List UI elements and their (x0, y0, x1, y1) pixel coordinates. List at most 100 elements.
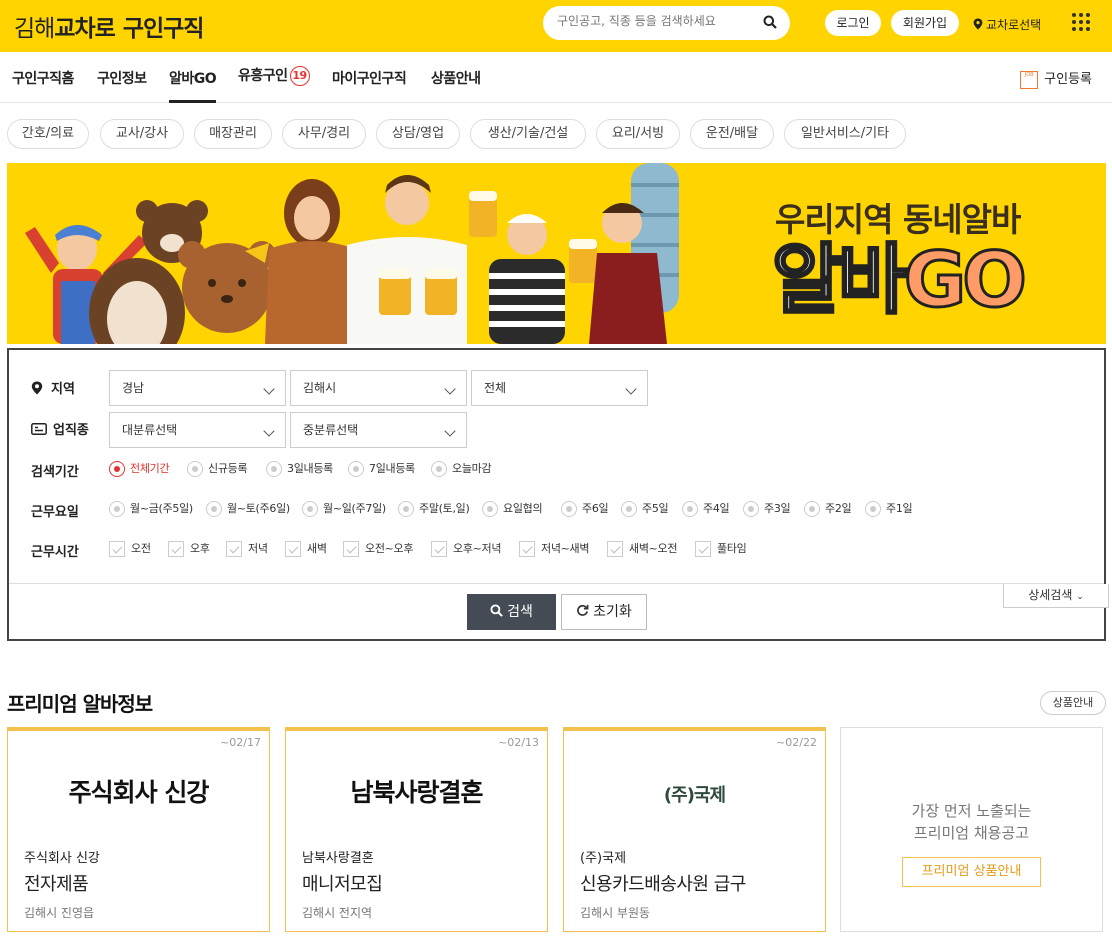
workday-option[interactable]: 월~일(주7일) (302, 500, 386, 517)
region-label-text: 지역 (51, 382, 75, 397)
job-title: 신용카드배송사원 급구 (580, 874, 746, 895)
worktime-option[interactable]: 저녁 (226, 540, 268, 557)
worktime-option[interactable]: 저녁~새벽 (519, 540, 590, 557)
all-menu-icon[interactable] (1072, 13, 1090, 31)
radio-icon (302, 501, 318, 517)
detail-search-toggle[interactable]: 상세검색 ⌄ (1003, 584, 1109, 608)
chevron-down-icon (625, 383, 637, 395)
category-chip[interactable]: 간호/의료 (7, 119, 89, 149)
workday-option[interactable]: 주2일 (804, 500, 852, 517)
search-icon (490, 604, 503, 617)
empty-card-line1: 가장 먼저 노출되는 (911, 802, 1032, 820)
workday-option-label: 주4일 (703, 502, 730, 515)
search-input[interactable] (557, 14, 757, 28)
job-location: 김해시 진영읍 (24, 906, 95, 920)
nav-item-my[interactable]: 마이구인구직 (332, 68, 407, 88)
reset-button[interactable]: 초기화 (561, 594, 647, 630)
reset-button-label: 초기화 (593, 604, 632, 620)
category-chip[interactable]: 요리/서빙 (596, 119, 680, 149)
nav-item-products[interactable]: 상품안내 (431, 68, 481, 88)
login-button[interactable]: 로그인 (825, 10, 881, 36)
industry-select-major[interactable]: 대분류선택 (109, 412, 286, 448)
location-selector[interactable]: 교차로선택 (973, 16, 1041, 33)
search-filter-box: 지역 경남 김해시 전체 업직종 대분류선택 중분류선택 검색기간 전체기간 신… (7, 348, 1109, 641)
workday-option[interactable]: 주3일 (743, 500, 791, 517)
radio-icon (682, 501, 698, 517)
chevron-down-icon (263, 383, 275, 395)
region-select-city[interactable]: 김해시 (290, 370, 467, 406)
checkbox-icon (285, 541, 301, 557)
workday-option[interactable]: 월~토(주6일) (206, 500, 290, 517)
period-option-3days[interactable]: 3일내등록 (266, 460, 333, 477)
period-option-today[interactable]: 오늘마감 (431, 460, 492, 477)
workday-option[interactable]: 주6일 (561, 500, 609, 517)
search-icon[interactable] (763, 15, 777, 29)
workday-option-label: 주5일 (642, 502, 669, 515)
period-option-all[interactable]: 전체기간 (109, 460, 170, 477)
banner-title-part2: GO (902, 234, 1028, 326)
industry-label-text: 업직종 (53, 423, 89, 438)
category-chip[interactable]: 상담/영업 (376, 119, 460, 149)
nav-item-entertainment[interactable]: 유흥구인 19 (238, 65, 310, 86)
checkbox-icon (343, 541, 359, 557)
worktime-option-label: 오후 (190, 542, 210, 555)
period-option-7days[interactable]: 7일내등록 (348, 460, 415, 477)
period-option-label: 전체기간 (130, 462, 170, 475)
region-select-district[interactable]: 전체 (471, 370, 648, 406)
workday-option-label: 주1일 (886, 502, 913, 515)
category-chip[interactable]: 운전/배달 (690, 119, 774, 149)
workday-option[interactable]: 주4일 (682, 500, 730, 517)
category-chip[interactable]: 일반서비스/기타 (784, 119, 906, 149)
checkbox-icon (519, 541, 535, 557)
worktime-option[interactable]: 새벽 (285, 540, 327, 557)
card-deadline: ~02/17 (220, 736, 261, 749)
radio-icon (865, 501, 881, 517)
worktime-option[interactable]: 오후 (168, 540, 210, 557)
nav-item-job-info[interactable]: 구인정보 (97, 68, 147, 88)
search-button[interactable]: 검색 (467, 594, 556, 630)
register-job-button[interactable]: JOB 구인등록 (1020, 68, 1092, 89)
worktime-option[interactable]: 오전~오후 (343, 540, 414, 557)
category-chip[interactable]: 교사/강사 (100, 119, 184, 149)
category-chip[interactable]: 매장관리 (194, 119, 272, 149)
logo-brand: 교차로 (54, 16, 115, 42)
worktime-option[interactable]: 오전 (109, 540, 151, 557)
product-guide-button[interactable]: 상품안내 (1040, 691, 1106, 715)
radio-icon (482, 501, 498, 517)
workday-option[interactable]: 주5일 (621, 500, 669, 517)
promo-banner[interactable]: 우리지역 동네알바 알바GO (7, 163, 1106, 344)
premium-product-guide-button[interactable]: 프리미엄 상품안내 (902, 857, 1041, 887)
card-deadline: ~02/22 (776, 736, 817, 749)
signup-button[interactable]: 회원가입 (891, 10, 959, 36)
category-chip[interactable]: 사무/경리 (282, 119, 366, 149)
workday-option-label: 월~일(주7일) (323, 502, 386, 515)
period-option-label: 3일내등록 (287, 462, 333, 475)
premium-job-card[interactable]: ~02/13 남북사랑결혼 남북사랑결혼 매니저모집 김해시 전지역 (285, 727, 548, 932)
nav-item-home[interactable]: 구인구직홈 (12, 68, 74, 88)
premium-job-card[interactable]: ~02/17 주식회사 신강 주식회사 신강 전자제품 김해시 진영읍 (7, 727, 270, 932)
period-label: 검색기간 (31, 465, 79, 480)
nav-item-albago[interactable]: 알바GO (169, 68, 217, 103)
workday-option[interactable]: 주말(토,일) (398, 500, 470, 517)
radio-icon (804, 501, 820, 517)
worktime-option[interactable]: 새벽~오전 (607, 540, 678, 557)
map-pin-icon (973, 18, 983, 30)
logo-service: 구인구직 (122, 16, 205, 42)
company-name: 주식회사 신강 (24, 851, 100, 866)
location-icon (31, 381, 43, 395)
site-logo[interactable]: 김해교차로 구인구직 (14, 9, 205, 43)
worktime-option-label: 새벽~오전 (629, 542, 678, 555)
worktime-option-label: 풀타임 (717, 542, 747, 555)
period-option-label: 오늘마감 (452, 462, 492, 475)
period-option-new[interactable]: 신규등록 (187, 460, 248, 477)
worktime-option[interactable]: 풀타임 (695, 540, 747, 557)
category-chip[interactable]: 생산/기술/건설 (470, 119, 586, 149)
industry-minor-value: 중분류선택 (303, 423, 359, 437)
workday-option[interactable]: 주1일 (865, 500, 913, 517)
workday-option[interactable]: 월~금(주5일) (109, 500, 193, 517)
workday-option[interactable]: 요일협의 (482, 500, 543, 517)
premium-job-card[interactable]: ~02/22 (주)국제 (주)국제 신용카드배송사원 급구 김해시 부원동 (563, 727, 826, 932)
industry-select-minor[interactable]: 중분류선택 (290, 412, 467, 448)
worktime-option[interactable]: 오후~저녁 (431, 540, 502, 557)
region-select-province[interactable]: 경남 (109, 370, 286, 406)
